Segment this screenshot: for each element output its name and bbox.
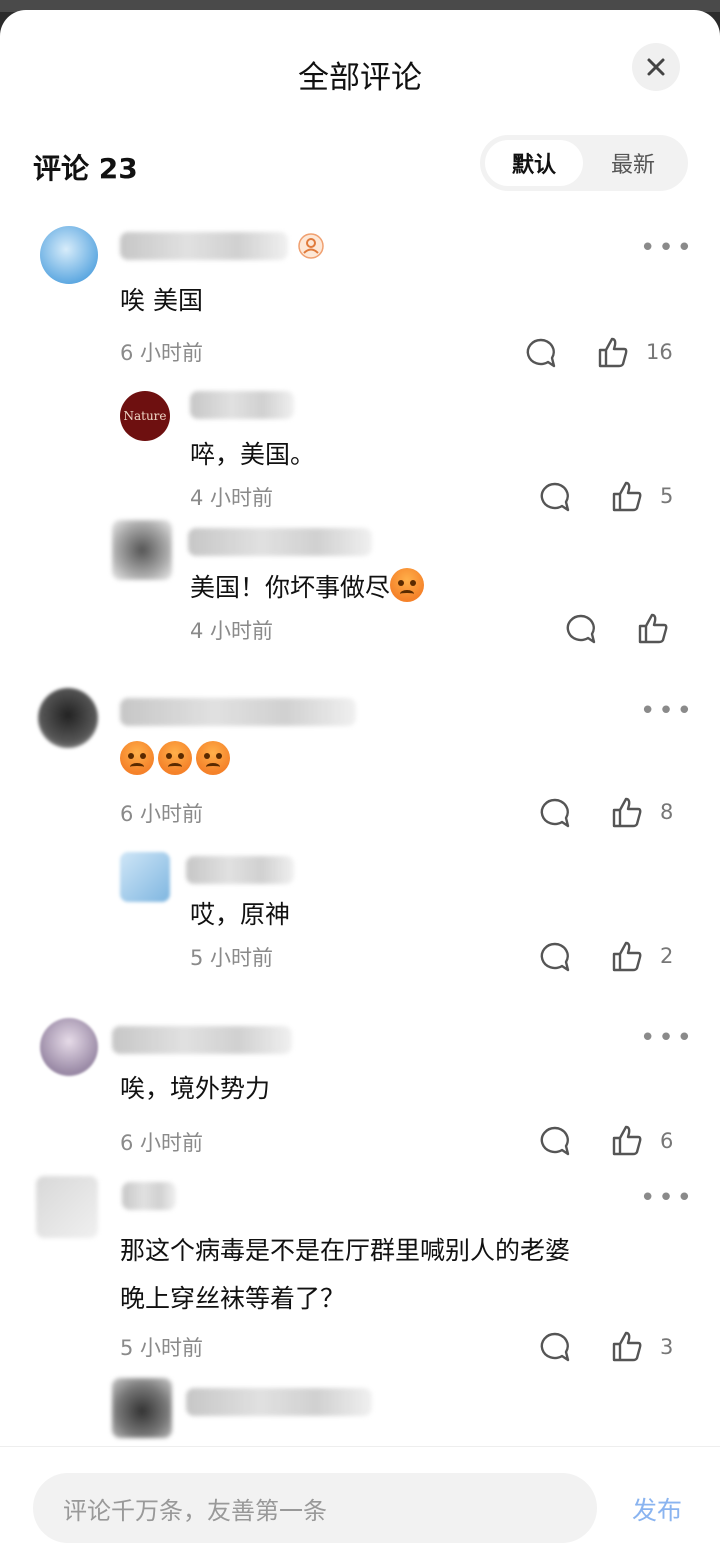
reply-icon[interactable] xyxy=(538,1124,572,1158)
reply-text: 啐，美国。 xyxy=(190,440,316,469)
comments-sheet: 全部评论 评论 23 默认 最新 ••• 唉 美国 6 小时前 16 Natur… xyxy=(0,10,720,1543)
reply-icon[interactable] xyxy=(524,336,558,370)
avatar-label: Nature xyxy=(123,409,167,423)
angry-emoji-icon xyxy=(390,568,425,602)
reply-icon[interactable] xyxy=(538,480,572,514)
close-icon xyxy=(647,58,665,76)
like-count: 16 xyxy=(646,340,673,364)
avatar[interactable] xyxy=(40,226,98,284)
sheet-title: 全部评论 xyxy=(298,60,422,96)
comment-composer: 评论千万条，友善第一条 发布 xyxy=(0,1446,720,1543)
like-icon[interactable] xyxy=(596,336,630,370)
like-count: 3 xyxy=(660,1335,674,1359)
sort-toggle: 默认 最新 xyxy=(480,135,688,191)
user-badge-icon xyxy=(298,233,324,259)
reply-time: 4 小时前 xyxy=(190,619,274,643)
username-blurred[interactable] xyxy=(186,856,294,884)
username-blurred[interactable] xyxy=(120,698,356,726)
comment-time: 6 小时前 xyxy=(120,341,204,365)
username-blurred[interactable] xyxy=(186,1388,372,1416)
close-button[interactable] xyxy=(632,43,680,91)
comment-count: 评论 23 xyxy=(33,152,138,185)
publish-button[interactable]: 发布 xyxy=(632,1491,682,1527)
like-icon[interactable] xyxy=(610,1124,644,1158)
username-blurred[interactable] xyxy=(120,232,288,260)
like-icon[interactable] xyxy=(636,612,670,646)
sort-latest-tab[interactable]: 最新 xyxy=(584,140,682,186)
username-blurred[interactable] xyxy=(188,528,372,556)
comment-input[interactable]: 评论千万条，友善第一条 xyxy=(33,1473,597,1543)
angry-emoji-icon xyxy=(158,741,192,775)
reply-icon[interactable] xyxy=(564,612,598,646)
reply-text-content: 美国！你坏事做尽 xyxy=(190,573,391,602)
avatar[interactable] xyxy=(120,852,170,902)
like-icon[interactable] xyxy=(610,480,644,514)
avatar[interactable] xyxy=(38,688,98,748)
angry-emoji-icon xyxy=(120,741,154,775)
comment-emojis xyxy=(120,738,234,784)
avatar[interactable] xyxy=(112,520,172,580)
comment-time: 5 小时前 xyxy=(120,1336,204,1360)
reply-time: 4 小时前 xyxy=(190,486,274,510)
avatar[interactable] xyxy=(36,1176,98,1238)
more-options-icon[interactable]: ••• xyxy=(640,235,695,261)
username-blurred[interactable] xyxy=(190,391,294,419)
reply-text: 美国！你坏事做尽 xyxy=(190,565,428,611)
avatar[interactable] xyxy=(40,1018,98,1076)
comment-time: 6 小时前 xyxy=(120,1131,204,1155)
avatar[interactable]: Nature xyxy=(120,391,170,441)
username-blurred[interactable] xyxy=(112,1026,292,1054)
like-count: 2 xyxy=(660,944,674,968)
angry-emoji-icon xyxy=(196,741,230,775)
comment-text-line2: 晚上穿丝袜等着了？ xyxy=(120,1284,346,1313)
reply-icon[interactable] xyxy=(538,796,572,830)
like-icon[interactable] xyxy=(610,1330,644,1364)
more-options-icon[interactable]: ••• xyxy=(640,698,695,724)
reply-icon[interactable] xyxy=(538,1330,572,1364)
username-blurred[interactable] xyxy=(122,1182,176,1210)
reply-text: 哎，原神 xyxy=(190,900,291,929)
comment-text: 唉，境外势力 xyxy=(120,1074,271,1103)
comment-text-line1: 那这个病毒是不是在厅群里喊别人的老婆 xyxy=(120,1236,571,1265)
like-icon[interactable] xyxy=(610,940,644,974)
more-options-icon[interactable]: ••• xyxy=(640,1025,695,1051)
reply-icon[interactable] xyxy=(538,940,572,974)
like-icon[interactable] xyxy=(610,796,644,830)
avatar[interactable] xyxy=(112,1378,172,1438)
like-count: 5 xyxy=(660,484,674,508)
reply-time: 5 小时前 xyxy=(190,946,274,970)
comment-time: 6 小时前 xyxy=(120,802,204,826)
sort-default-tab[interactable]: 默认 xyxy=(485,140,583,186)
like-count: 6 xyxy=(660,1129,674,1153)
comment-text: 唉 美国 xyxy=(120,286,203,315)
more-options-icon[interactable]: ••• xyxy=(640,1185,695,1211)
like-count: 8 xyxy=(660,800,674,824)
